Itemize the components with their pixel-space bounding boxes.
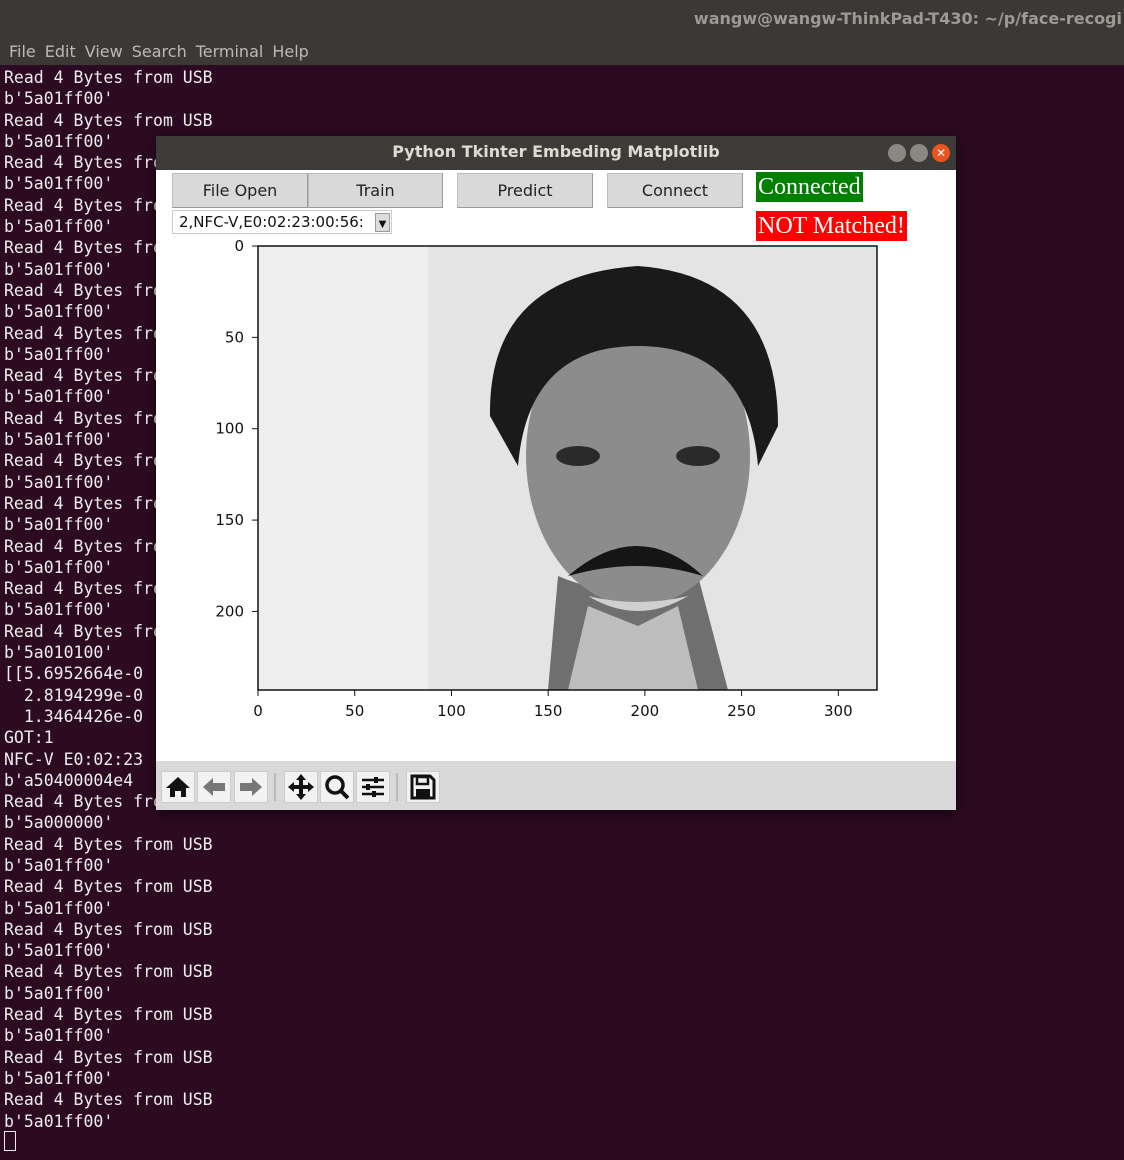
chevron-down-icon[interactable]: ▼ — [375, 213, 390, 232]
y-tick-label: 0 — [234, 237, 244, 255]
forward-icon[interactable] — [234, 771, 268, 803]
terminal-line: b'5a000000' — [4, 813, 114, 833]
terminal-line: Read 4 Bytes from USB — [4, 1090, 213, 1110]
configure-icon[interactable] — [356, 771, 390, 803]
terminal-menubar: File Edit View Search Terminal Help — [0, 40, 1124, 65]
close-button[interactable]: ✕ — [932, 144, 950, 162]
maximize-button[interactable] — [910, 144, 928, 162]
terminal-cursor — [4, 1131, 16, 1151]
y-tick-label: 100 — [215, 420, 244, 438]
connection-status-label: Connected — [756, 172, 863, 202]
pan-icon[interactable] — [284, 771, 318, 803]
terminal-line: Read 4 Bytes from USB — [4, 962, 213, 982]
terminal-line: b'5a01ff00' — [4, 1026, 114, 1046]
x-tick-label: 200 — [631, 702, 660, 720]
minimize-button[interactable] — [888, 144, 906, 162]
terminal-line: Read 4 Bytes from USB — [4, 110, 213, 130]
save-icon[interactable] — [406, 771, 440, 803]
window-titlebar[interactable]: Python Tkinter Embeding Matplotlib ✕ — [156, 136, 956, 170]
zoom-icon[interactable] — [320, 771, 354, 803]
window-title: Python Tkinter Embeding Matplotlib — [392, 142, 720, 161]
terminal-line: Read 4 Bytes from USB — [4, 919, 213, 939]
terminal-title: wangw@wangw-ThinkPad-T430: ~/p/face-reco… — [693, 9, 1122, 28]
file-open-button[interactable]: File Open — [172, 173, 308, 208]
home-icon[interactable] — [161, 771, 195, 803]
terminal-line: Read 4 Bytes from USB — [4, 68, 213, 87]
x-tick-label: 100 — [437, 702, 466, 720]
terminal-line: Read 4 Bytes from USB — [4, 1005, 213, 1025]
terminal-titlebar: wangw@wangw-ThinkPad-T430: ~/p/face-reco… — [0, 0, 1124, 40]
back-icon[interactable] — [197, 771, 231, 803]
terminal-line: Read 4 Bytes from USB — [4, 834, 213, 854]
terminal-line: b'5a01ff00' — [4, 89, 114, 109]
y-tick-label: 50 — [225, 328, 244, 346]
train-button[interactable]: Train — [308, 173, 443, 208]
predict-button[interactable]: Predict — [457, 173, 593, 208]
x-tick-label: 0 — [253, 702, 263, 720]
x-tick-label: 250 — [727, 702, 756, 720]
terminal-line: b'5a01ff00' — [4, 1111, 114, 1131]
terminal-line: b'5a01ff00' — [4, 983, 114, 1003]
menu-view[interactable]: View — [85, 42, 123, 61]
matplotlib-toolbar — [156, 761, 956, 810]
menu-search[interactable]: Search — [132, 42, 187, 61]
terminal-line: b'5a01ff00' — [4, 1068, 114, 1088]
terminal-line: Read 4 Bytes from USB — [4, 877, 213, 897]
terminal-line: Read 4 Bytes from USB — [4, 1047, 213, 1067]
x-tick-label: 300 — [824, 702, 853, 720]
y-tick-label: 200 — [215, 602, 244, 620]
terminal-line: b'5a01ff00' — [4, 941, 114, 961]
x-tick-label: 50 — [345, 702, 364, 720]
menu-file[interactable]: File — [9, 42, 36, 61]
y-tick-label: 150 — [215, 511, 244, 529]
device-combobox[interactable]: 2,NFC-V,E0:02:23:00:56: ▼ — [172, 210, 392, 234]
menu-terminal[interactable]: Terminal — [196, 42, 264, 61]
image-plot: 0 50 100 150 200 250 300 0 50 100 150 200 — [215, 237, 878, 720]
connect-button[interactable]: Connect — [607, 173, 743, 208]
menu-edit[interactable]: Edit — [45, 42, 76, 61]
menu-help[interactable]: Help — [272, 42, 308, 61]
x-tick-label: 150 — [534, 702, 563, 720]
terminal-line: b'5a01ff00' — [4, 898, 114, 918]
combo-value: 2,NFC-V,E0:02:23:00:56: — [179, 213, 364, 231]
terminal-line: b'5a01ff00' — [4, 855, 114, 875]
